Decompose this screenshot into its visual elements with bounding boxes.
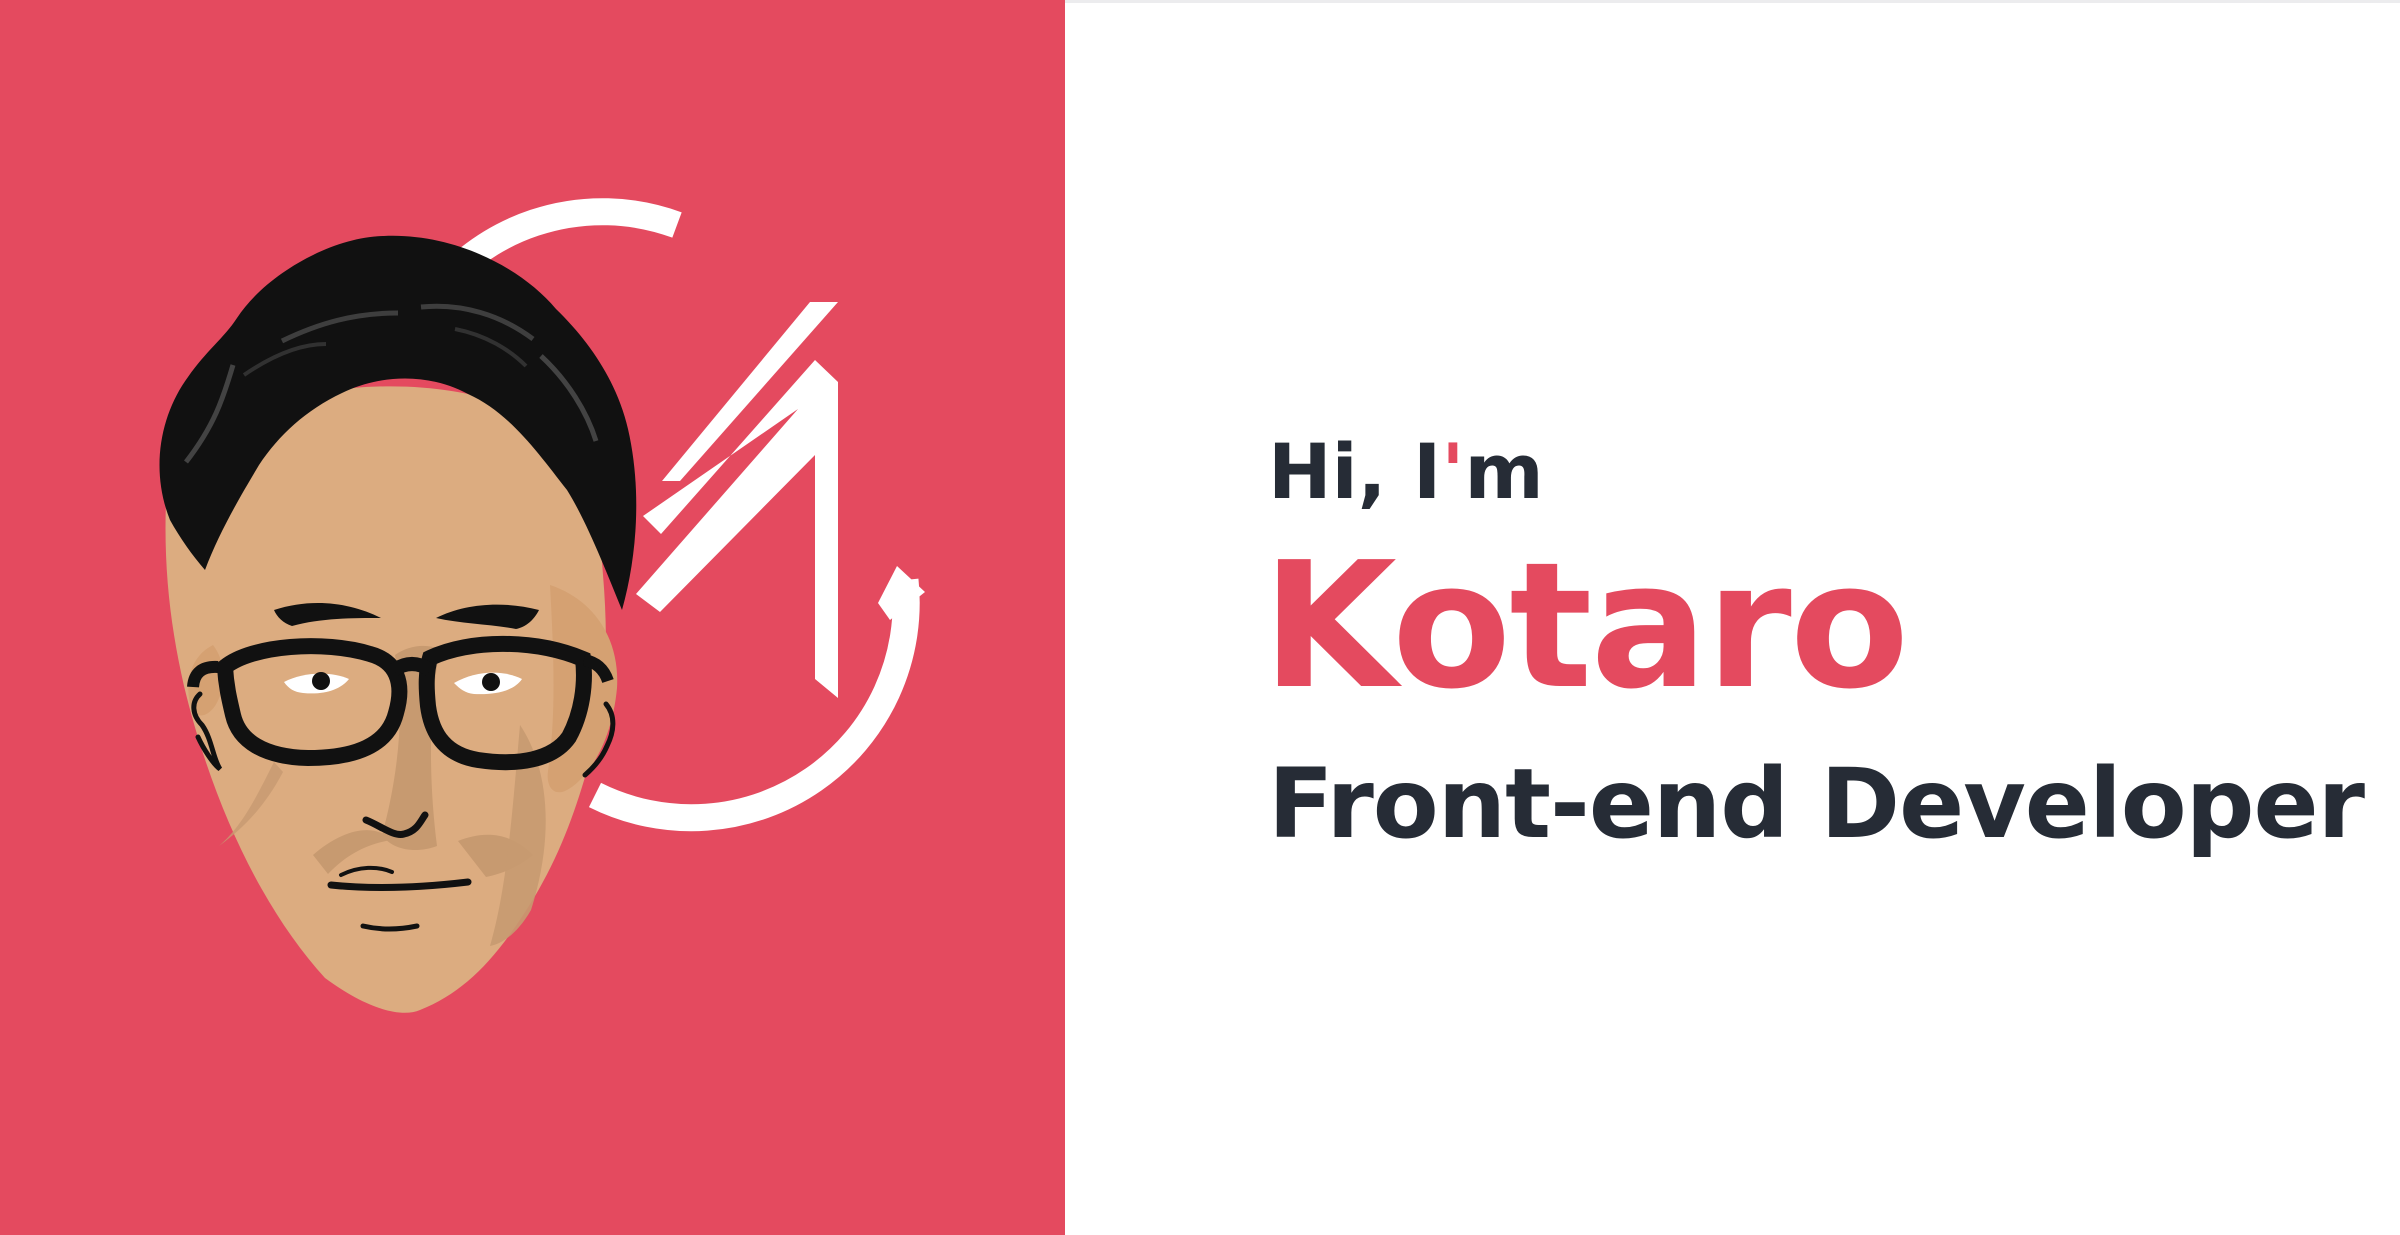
developer-role: Front-end Developer <box>1268 748 2365 860</box>
page: Hi, I'm Kotaro Front-end Developer <box>0 0 2400 1235</box>
greeting-apostrophe: ' <box>1441 427 1465 516</box>
greeting-text: Hi, I'm <box>1268 434 1544 510</box>
hero-artwork <box>159 198 925 1013</box>
greeting-prefix: Hi, I <box>1268 427 1442 516</box>
top-divider <box>1065 0 2400 3</box>
greeting-suffix: m <box>1464 427 1544 516</box>
developer-name: Kotaro <box>1262 525 1909 728</box>
avatar-illustration <box>159 235 637 1013</box>
